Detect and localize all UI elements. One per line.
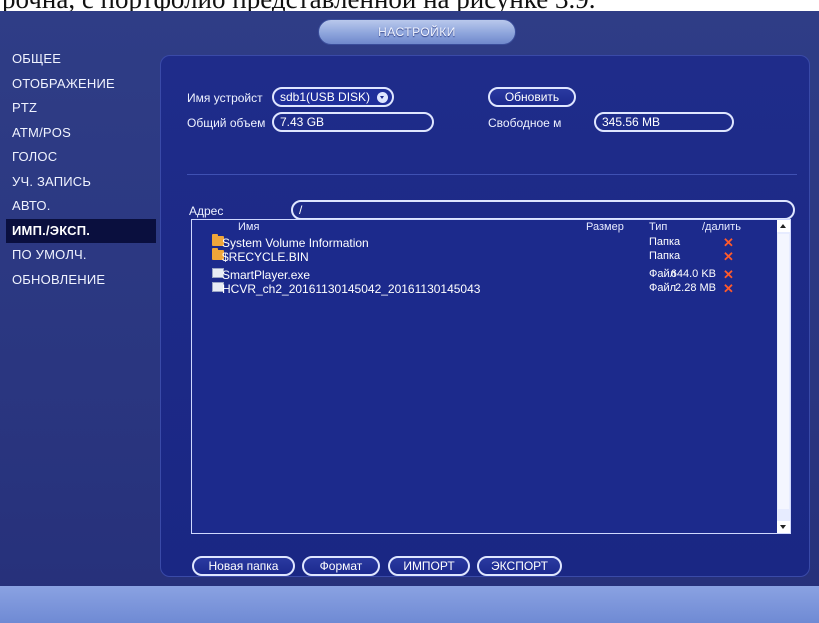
table-row[interactable]: $RECYCLE.BIN Папка ✕: [192, 248, 778, 264]
file-name: $RECYCLE.BIN: [222, 250, 309, 264]
sidebar-item-general[interactable]: ОБЩЕЕ: [6, 47, 156, 72]
sidebar-item-atm-pos[interactable]: ATM/POS: [6, 121, 156, 146]
file-name: SmartPlayer.exe: [222, 268, 311, 282]
device-name-label: Имя устройст: [187, 91, 263, 105]
free-space-value: 345.56 MB: [594, 112, 734, 132]
delete-icon[interactable]: ✕: [723, 250, 734, 263]
sidebar-item-voice[interactable]: ГОЛОС: [6, 145, 156, 170]
file-name: HCVR_ch2_20161130145042_20161130145043: [222, 282, 481, 296]
sidebar-item-account[interactable]: УЧ. ЗАПИСЬ: [6, 170, 156, 195]
sidebar-item-ptz[interactable]: PTZ: [6, 96, 156, 121]
bottom-bar: [0, 586, 819, 623]
device-select-value: sdb1(USB DISK): [280, 90, 371, 104]
file-size: 644.0 KB: [670, 268, 716, 280]
free-space-label: Свободное м: [488, 116, 562, 130]
total-capacity-label: Общий объем: [187, 116, 266, 130]
settings-window: НАСТРОЙКИ ОБЩЕЕ ОТОБРАЖЕНИЕ PTZ ATM/POS …: [0, 11, 819, 623]
sidebar-item-import-export[interactable]: ИМП./ЭКСП.: [6, 218, 156, 243]
scroll-up-icon[interactable]: [777, 220, 790, 232]
table-row[interactable]: HCVR_ch2_20161130145042_20161130145043 2…: [192, 282, 778, 296]
file-type: Файл: [649, 282, 677, 294]
export-button[interactable]: ЭКСПОРТ: [477, 556, 562, 576]
window-title: НАСТРОЙКИ: [318, 19, 516, 45]
column-header-name: Имя: [238, 221, 260, 233]
delete-icon[interactable]: ✕: [723, 236, 734, 249]
column-header-delete: /далить: [702, 221, 741, 233]
sidebar-item-default[interactable]: ПО УМОЛЧ.: [6, 243, 156, 268]
chevron-down-icon: [377, 92, 388, 103]
scroll-down-icon[interactable]: [777, 521, 790, 533]
address-field[interactable]: /: [291, 200, 795, 220]
table-row[interactable]: SmartPlayer.exe 644.0 KB Файл ✕: [192, 268, 778, 282]
file-list-header: Имя Размер Тип /далить: [192, 220, 778, 236]
divider: [187, 174, 797, 175]
total-capacity-value: 7.43 GB: [272, 112, 434, 132]
delete-icon[interactable]: ✕: [723, 282, 734, 295]
file-name: System Volume Information: [222, 236, 369, 250]
file-type: Папка: [649, 236, 681, 248]
sidebar-item-update[interactable]: ОБНОВЛЕНИЕ: [6, 268, 156, 293]
delete-icon[interactable]: ✕: [723, 268, 734, 281]
table-row[interactable]: System Volume Information Папка ✕: [192, 234, 778, 250]
import-button[interactable]: ИМПОРТ: [388, 556, 470, 576]
file-type: Папка: [649, 250, 681, 262]
sidebar-item-auto[interactable]: АВТО.: [6, 194, 156, 219]
sidebar: ОБЩЕЕ ОТОБРАЖЕНИЕ PTZ ATM/POS ГОЛОС УЧ. …: [6, 47, 156, 292]
device-select[interactable]: sdb1(USB DISK): [272, 87, 394, 107]
import-export-panel: Имя устройст sdb1(USB DISK) Обновить Общ…: [160, 55, 810, 577]
refresh-button[interactable]: Обновить: [488, 87, 576, 107]
address-label: Адрес: [189, 204, 224, 218]
new-folder-button[interactable]: Новая папка: [192, 556, 295, 576]
file-size: 2.28 MB: [675, 282, 716, 294]
column-header-size: Размер: [586, 221, 624, 233]
format-button[interactable]: Формат: [302, 556, 380, 576]
sidebar-item-display[interactable]: ОТОБРАЖЕНИЕ: [6, 72, 156, 97]
file-type: Файл: [649, 268, 677, 280]
scrollbar[interactable]: [777, 220, 790, 533]
file-list: Имя Размер Тип /далить System Volume Inf…: [191, 219, 791, 534]
scroll-thumb[interactable]: [778, 234, 789, 509]
column-header-type: Тип: [649, 221, 668, 233]
